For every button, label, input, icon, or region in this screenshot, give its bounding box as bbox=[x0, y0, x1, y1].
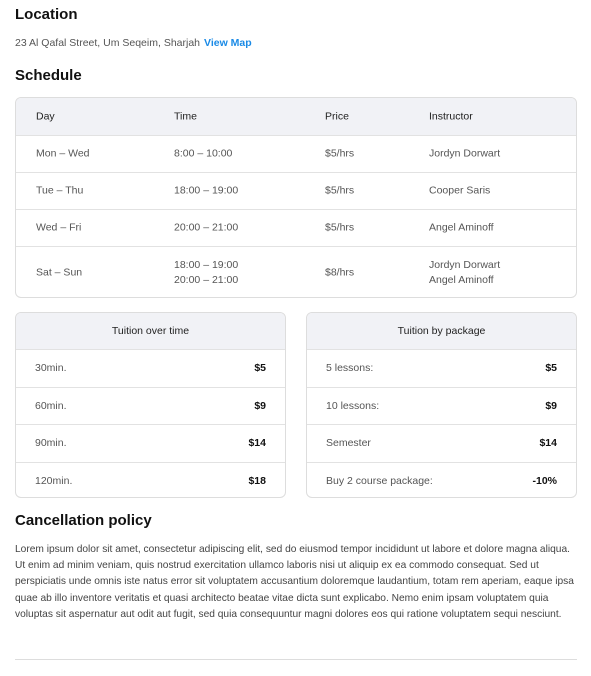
list-item: Semester $14 bbox=[307, 424, 576, 462]
tuition-by-package-card: Tuition by package 5 lessons: $5 10 lesso… bbox=[306, 312, 577, 498]
instructor: Angel Aminoff bbox=[429, 221, 494, 234]
schedule-table: Day Time Price Instructor Mon – Wed 8:00… bbox=[15, 97, 577, 298]
card-title: Tuition by package bbox=[307, 313, 576, 349]
instructor: Jordyn Dorwart bbox=[429, 147, 501, 160]
time-slot: 20:00 – 21:00 bbox=[174, 273, 239, 286]
item-label: 30min. bbox=[35, 362, 67, 375]
item-value: $5 bbox=[545, 362, 557, 375]
schedule-title: Schedule bbox=[15, 67, 82, 84]
item-label: Semester bbox=[326, 437, 371, 450]
item-value: $18 bbox=[248, 474, 266, 487]
list-item: 10 lessons: $9 bbox=[307, 386, 576, 425]
item-value: $14 bbox=[539, 437, 557, 450]
view-map-link[interactable]: View Map bbox=[204, 37, 252, 49]
item-value: $14 bbox=[248, 437, 266, 450]
item-label: 90min. bbox=[35, 437, 67, 450]
item-label: 5 lessons: bbox=[326, 362, 374, 375]
list-item: 5 lessons: $5 bbox=[307, 349, 576, 387]
address: 23 Al Qafal Street, Um Seqeim, Sharjah Vi… bbox=[15, 37, 252, 49]
table-row: Mon – Wed 8:00 – 10:00 $5/hrs Jordyn Dor… bbox=[16, 135, 576, 172]
time: 18:00 – 19:00 20:00 – 21:00 bbox=[174, 258, 238, 288]
card-title: Tuition over time bbox=[16, 313, 285, 349]
item-value: $9 bbox=[545, 399, 557, 412]
header-price: Price bbox=[325, 110, 349, 122]
cancellation-title: Cancellation policy bbox=[15, 512, 152, 529]
header-day: Day bbox=[36, 110, 55, 122]
item-label: 60min. bbox=[35, 399, 67, 412]
time-slot: 18:00 – 19:00 bbox=[174, 258, 239, 271]
list-item: 90min. $14 bbox=[16, 424, 285, 462]
cancellation-text: Lorem ipsum dolor sit amet, consectetur … bbox=[15, 544, 574, 620]
day: Tue – Thu bbox=[36, 184, 84, 197]
header-instructor: Instructor bbox=[429, 110, 473, 122]
day: Mon – Wed bbox=[36, 147, 90, 160]
time: 20:00 – 21:00 bbox=[174, 221, 239, 234]
tuition-over-time-card: Tuition over time 30min. $5 60min. $9 90mi… bbox=[15, 312, 286, 498]
instructor: Jordyn Dorwart Angel Aminoff bbox=[429, 258, 500, 288]
time: 18:00 – 19:00 bbox=[174, 184, 239, 197]
list-item: 120min. $18 bbox=[16, 461, 285, 498]
header-time: Time bbox=[174, 110, 197, 122]
item-value: $5 bbox=[254, 362, 266, 375]
day: Wed – Fri bbox=[36, 221, 82, 234]
day: Sat – Sun bbox=[36, 266, 83, 278]
instructor: Cooper Saris bbox=[429, 184, 491, 197]
list-item: 30min. $5 bbox=[16, 349, 285, 387]
list-item: 60min. $9 bbox=[16, 386, 285, 425]
price: $5/hrs bbox=[325, 147, 355, 160]
instructor-name: Jordyn Dorwart bbox=[429, 258, 501, 271]
instructor-name: Angel Aminoff bbox=[429, 273, 494, 286]
table-header: Day Time Price Instructor bbox=[16, 98, 576, 135]
item-label: Buy 2 course package: bbox=[326, 474, 433, 487]
table-row: Tue – Thu 18:00 – 19:00 $5/hrs Cooper Sa… bbox=[16, 172, 576, 209]
time: 8:00 – 10:00 bbox=[174, 147, 233, 160]
address-text: 23 Al Qafal Street, Um Seqeim, Sharjah bbox=[15, 37, 201, 49]
table-row: Sat – Sun 18:00 – 19:00 20:00 – 21:00 $8/… bbox=[16, 246, 576, 297]
item-value: -10% bbox=[532, 474, 557, 487]
item-label: 10 lessons: bbox=[326, 399, 380, 412]
divider bbox=[15, 659, 577, 660]
item-label: 120min. bbox=[35, 474, 73, 487]
price: $5/hrs bbox=[325, 221, 355, 234]
item-value: $9 bbox=[254, 399, 266, 412]
price: $8/hrs bbox=[325, 266, 355, 278]
price: $5/hrs bbox=[325, 184, 355, 197]
table-row: Wed – Fri 20:00 – 21:00 $5/hrs Angel Ami… bbox=[16, 209, 576, 246]
location-title: Location bbox=[15, 6, 78, 23]
list-item: Buy 2 course package: -10% bbox=[307, 461, 576, 498]
